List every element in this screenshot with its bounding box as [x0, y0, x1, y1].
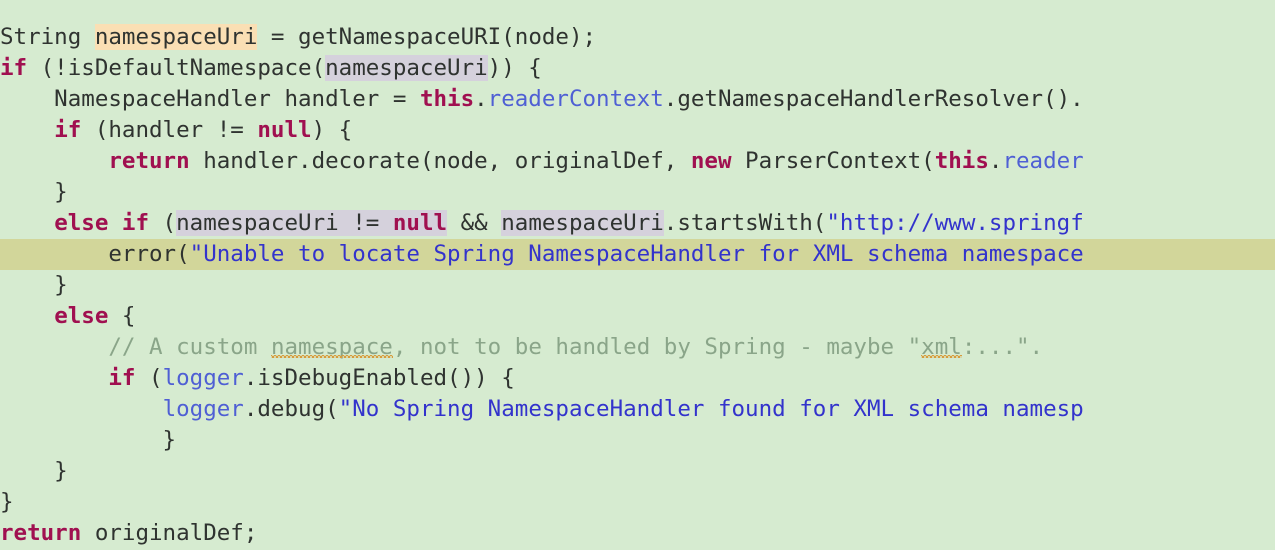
token-text: }	[0, 489, 14, 515]
token-text: NamespaceHandler handler =	[0, 86, 420, 112]
token-text: &&	[447, 210, 502, 236]
token-text: .	[988, 148, 1003, 174]
spellcheck-word[interactable]: namespace	[271, 334, 393, 360]
token-field: reader	[1002, 148, 1084, 174]
code-line[interactable]: logger.debug("No Spring NamespaceHandler…	[0, 394, 1275, 425]
code-line[interactable]: NamespaceHandler handler = this.readerCo…	[0, 84, 1275, 115]
code-editor[interactable]: String namespaceUri = getNamespaceURI(no…	[0, 0, 1275, 550]
token-text: }	[0, 272, 68, 298]
token-text: .startsWith(	[663, 210, 827, 236]
token-comment: // A custom	[0, 334, 271, 360]
token-field: logger	[162, 365, 244, 391]
code-line[interactable]: if (logger.isDebugEnabled()) {	[0, 363, 1275, 394]
token-text: = getNamespaceURI(node);	[257, 24, 597, 50]
token-text: String	[0, 24, 95, 50]
token-text: }	[0, 427, 177, 453]
code-line[interactable]: if (handler != null) {	[0, 115, 1275, 146]
token-keyword: null	[392, 210, 448, 236]
spellcheck-word[interactable]: xml	[921, 334, 962, 360]
token-string: "No Spring NamespaceHandler found for XM…	[338, 396, 1084, 422]
occurrence-highlight-namespaceuri[interactable]: namespaceUri	[325, 55, 488, 81]
occurrence-highlight-namespaceuri[interactable]: namespaceUri	[176, 210, 339, 236]
token-text: )) {	[487, 55, 542, 81]
token-keyword: if	[54, 117, 82, 143]
token-text: .isDebugEnabled()) {	[243, 365, 515, 391]
token-keyword: else if	[54, 210, 150, 236]
token-text: .debug(	[243, 396, 339, 422]
token-keyword: null	[257, 117, 312, 143]
token-comment: , not to be handled by Spring - maybe "	[392, 334, 922, 360]
token-text: (	[135, 365, 163, 391]
code-line-current[interactable]: error("Unable to locate Spring Namespace…	[0, 239, 1275, 270]
token-keyword: return	[108, 148, 190, 174]
token-text: !=	[338, 210, 393, 236]
token-text: }	[0, 179, 68, 205]
token-keyword: this	[934, 148, 989, 174]
code-line[interactable]: else {	[0, 301, 1275, 332]
token-keyword: this	[419, 86, 475, 112]
token-text: originalDef;	[81, 520, 258, 546]
token-text: ) {	[311, 117, 353, 143]
token-text: .	[474, 86, 488, 112]
token-keyword: if	[108, 365, 136, 391]
token-field: logger	[162, 396, 244, 422]
code-line[interactable]: String namespaceUri = getNamespaceURI(no…	[0, 22, 1275, 53]
code-line[interactable]: if (!isDefaultNamespace(namespaceUri)) {	[0, 53, 1275, 84]
token-string: "http://www.springf	[826, 210, 1084, 236]
code-area[interactable]: String namespaceUri = getNamespaceURI(no…	[0, 0, 1275, 549]
token-keyword: return	[0, 520, 82, 546]
code-line[interactable]: return originalDef;	[0, 518, 1275, 549]
token-text: ParserContext(	[731, 148, 935, 174]
code-line[interactable]: }	[0, 456, 1275, 487]
token-field: readerContext	[487, 86, 664, 112]
token-text: handler.decorate(node, originalDef,	[189, 148, 691, 174]
code-line[interactable]: }	[0, 425, 1275, 456]
token-text: (!isDefaultNamespace(	[27, 55, 326, 81]
token-text: .getNamespaceHandlerResolver().	[663, 86, 1084, 112]
code-line[interactable]: return handler.decorate(node, originalDe…	[0, 146, 1275, 177]
code-line[interactable]: }	[0, 177, 1275, 208]
code-line[interactable]: // A custom namespace, not to be handled…	[0, 332, 1275, 363]
token-text: error(	[0, 241, 190, 267]
token-keyword: if	[0, 55, 28, 81]
token-keyword: else	[54, 303, 109, 329]
code-line[interactable]: else if (namespaceUri != null && namespa…	[0, 208, 1275, 239]
token-keyword: new	[690, 148, 732, 174]
code-line[interactable]: }	[0, 270, 1275, 301]
token-string: "Unable to locate Spring NamespaceHandle…	[189, 241, 1084, 267]
token-text: }	[0, 458, 68, 484]
token-comment: :...".	[961, 334, 1044, 360]
token-text: (	[149, 210, 177, 236]
code-line[interactable]: }	[0, 487, 1275, 518]
token-text: {	[108, 303, 136, 329]
occurrence-highlight-namespaceuri[interactable]: namespaceUri	[501, 210, 664, 236]
token-text: (handler !=	[81, 117, 258, 143]
occurrence-highlight-namespaceuri[interactable]: namespaceUri	[94, 24, 258, 50]
